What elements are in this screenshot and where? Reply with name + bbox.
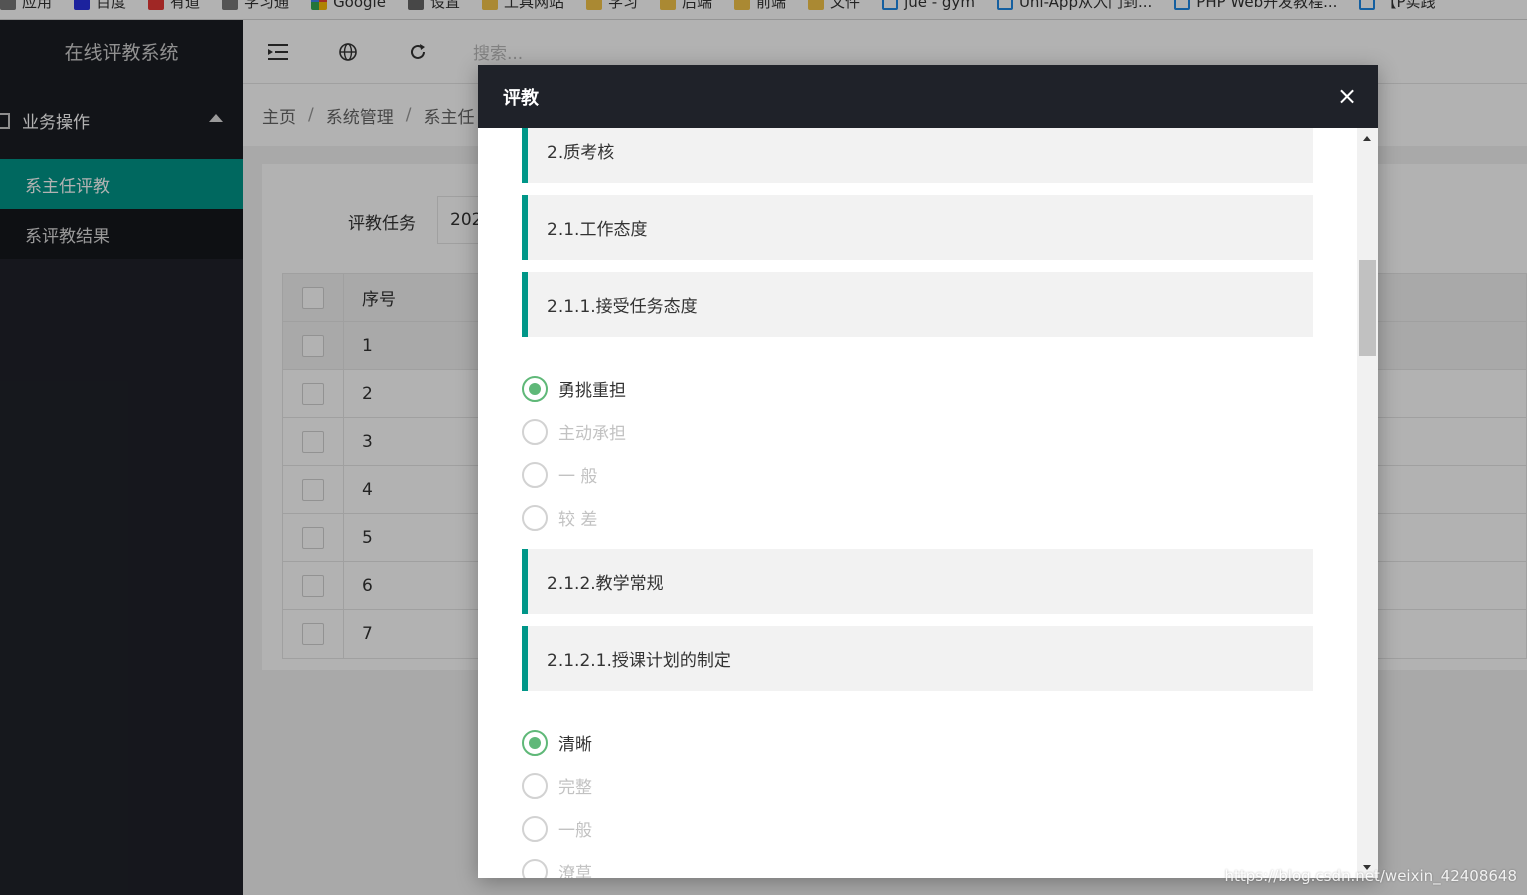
radio-option[interactable]: 勇挑重担 (522, 367, 1313, 410)
criterion-heading: 2.1.2.1.授课计划的制定 (522, 626, 1313, 691)
modal-header: 评教 × (478, 65, 1378, 128)
criterion-heading: 2.1.工作态度 (522, 195, 1313, 260)
close-icon[interactable]: × (1336, 84, 1358, 108)
radio-unchecked-icon[interactable] (522, 858, 548, 878)
radio-label: 一般 (558, 821, 592, 841)
radio-label: 完整 (558, 778, 592, 798)
radio-unchecked-icon[interactable] (522, 815, 548, 842)
radio-checked-icon[interactable] (522, 729, 548, 756)
radio-option[interactable]: 主动承担 (522, 410, 1313, 453)
criterion-heading: 2.1.1.接受任务态度 (522, 272, 1313, 337)
modal-title: 评教 (503, 87, 539, 109)
radio-option[interactable]: 一 般 (522, 453, 1313, 496)
radio-option[interactable]: 较 差 (522, 496, 1313, 539)
radio-unchecked-icon[interactable] (522, 461, 548, 488)
radio-unchecked-icon[interactable] (522, 772, 548, 799)
radio-label: 较 差 (558, 510, 598, 530)
radio-label: 一 般 (558, 467, 598, 487)
criterion-heading: 2.1.2.教学常规 (522, 549, 1313, 614)
scroll-thumb[interactable] (1359, 260, 1376, 356)
watermark: https://blog.csdn.net/weixin_42408648 (1224, 867, 1517, 885)
radio-option[interactable]: 一般 (522, 807, 1313, 850)
scroll-up-icon[interactable] (1363, 136, 1371, 141)
radio-option[interactable]: 完整 (522, 764, 1313, 807)
modal-scrollbar[interactable] (1357, 128, 1378, 878)
radio-label: 勇挑重担 (558, 381, 626, 401)
radio-label: 清晰 (558, 735, 592, 755)
evaluation-form: 2.质考核 2.1.工作态度 2.1.1.接受任务态度 勇挑重担 主动承担一 般较 差2… (522, 128, 1313, 878)
radio-checked-icon[interactable] (522, 375, 548, 402)
radio-group: 勇挑重担主动承担一 般较 差 (522, 349, 1313, 549)
modal-body: 2.质考核 2.1.工作态度 2.1.1.接受任务态度 勇挑重担 主动承担一 般较 差2… (478, 128, 1378, 878)
radio-label: 潦草 (558, 864, 592, 878)
radio-option[interactable]: 清晰 (522, 721, 1313, 764)
evaluation-modal: 评教 × 2.质考核 2.1.工作态度 2.1.1.接受任务态度勇挑重担主动承担一 … (478, 65, 1378, 878)
radio-option[interactable]: 潦草 (522, 850, 1313, 878)
radio-unchecked-icon[interactable] (522, 504, 548, 531)
criterion-heading: 2.质考核 (522, 128, 1313, 183)
radio-unchecked-icon[interactable] (522, 418, 548, 445)
radio-label: 主动承担 (558, 424, 626, 444)
radio-group: 清晰 完整 一般 潦草 (522, 703, 1313, 878)
